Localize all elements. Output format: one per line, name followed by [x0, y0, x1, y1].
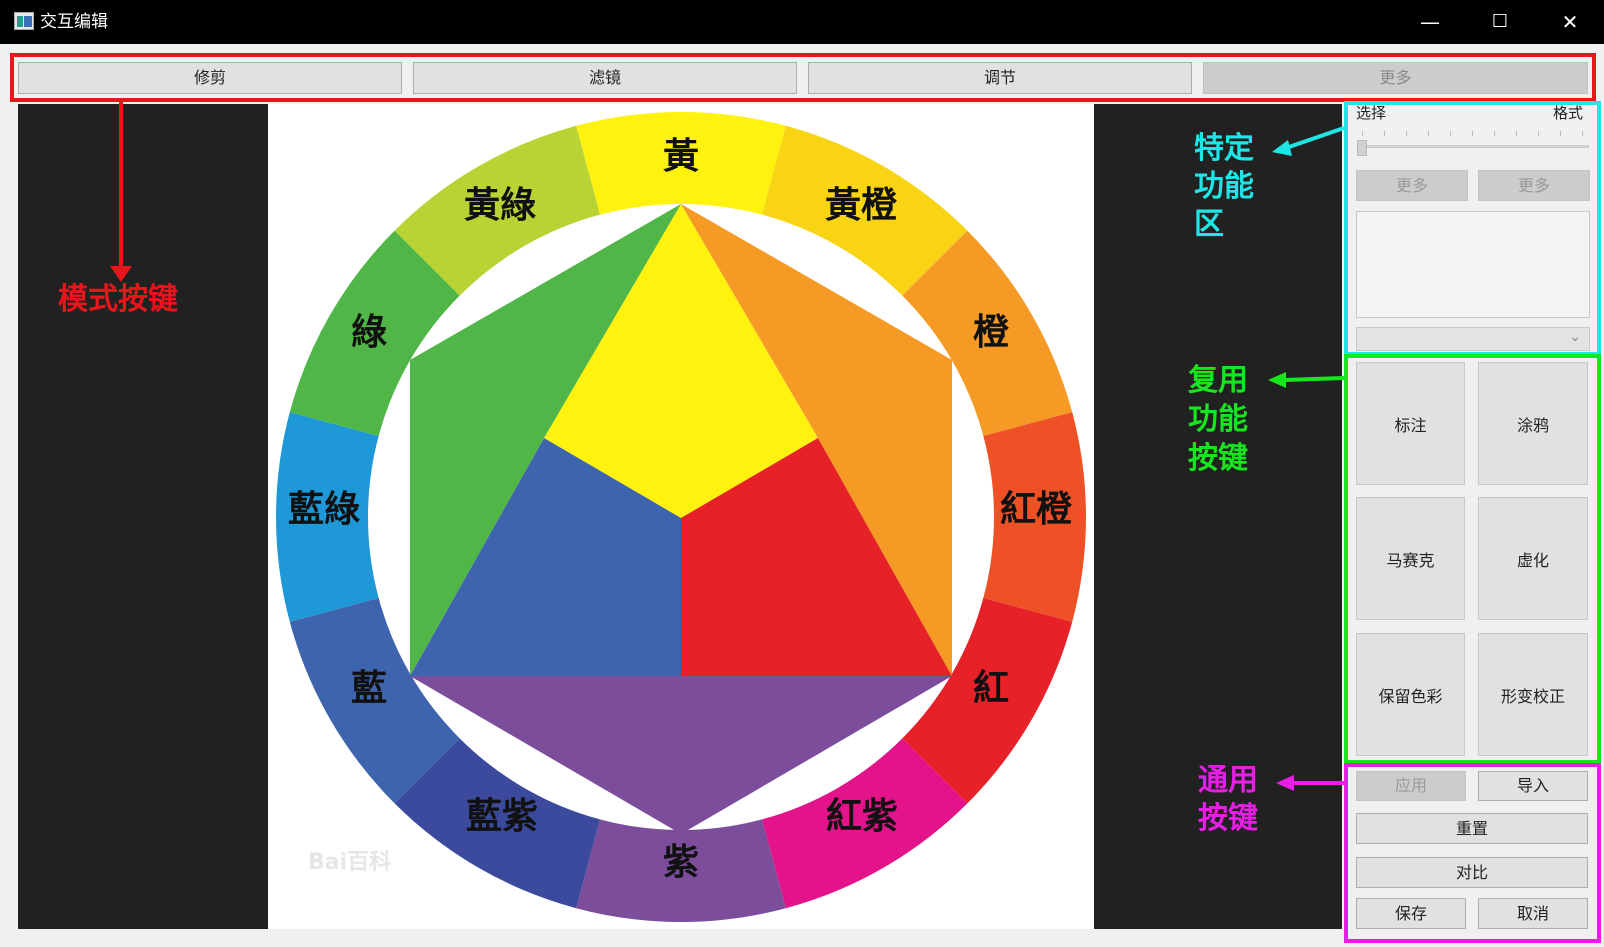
annotation-general-line2: 按键 [1198, 801, 1258, 836]
annotation-reuse-line1: 复用 [1188, 363, 1248, 398]
annotation-general-line1: 通用 [1198, 763, 1258, 798]
annotation-specific-line3: 区 [1194, 207, 1224, 242]
annotation-mode-keys: 模式按键 [58, 282, 178, 317]
annotation-specific-line1: 特定 [1194, 131, 1254, 166]
annotation-specific-line2: 功能 [1194, 169, 1254, 204]
annotation-arrows [110, 100, 1345, 791]
annotation-reuse-line3: 按键 [1188, 441, 1248, 476]
annotation-reuse-line2: 功能 [1188, 402, 1248, 437]
